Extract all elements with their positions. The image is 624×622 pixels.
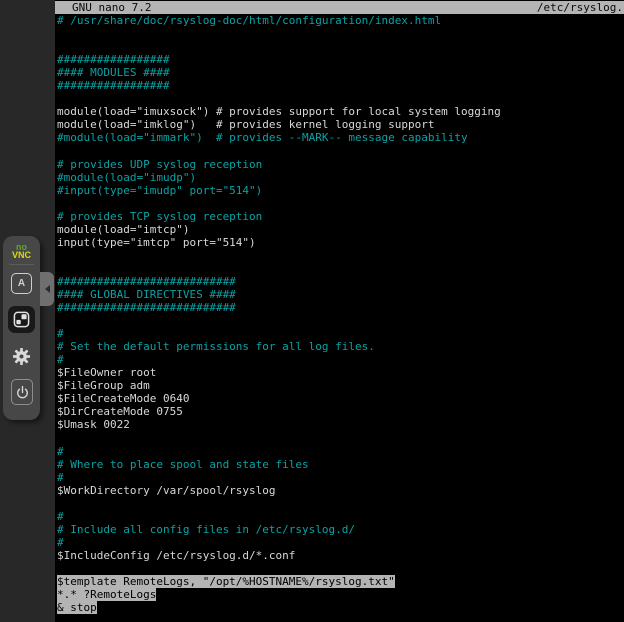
editor-line: # Include all config files in /etc/rsysl… (57, 523, 624, 536)
editor-line (57, 314, 624, 327)
control-bar-divider (9, 264, 34, 265)
editor-line: $FileOwner root (57, 366, 624, 379)
gear-icon (12, 347, 31, 366)
editor-line: # Where to place spool and state files (57, 458, 624, 471)
editor-line: module(load="imuxsock") # provides suppo… (57, 105, 624, 118)
terminal-window[interactable]: GNU nano 7.2 /etc/rsyslog. # /usr/share/… (55, 0, 624, 622)
vnc-control-bar: no VNC A (3, 236, 40, 420)
editor-line: # /usr/share/doc/rsyslog-doc/html/config… (57, 14, 624, 27)
editor-line: $FileCreateMode 0640 (57, 392, 624, 405)
editor-line: ########################### (57, 275, 624, 288)
editor-line (57, 432, 624, 445)
editor-line: *.* ?RemoteLogs (57, 588, 624, 601)
power-button[interactable] (11, 379, 33, 405)
editor-line: module(load="imklog") # provides kernel … (57, 118, 624, 131)
editor-line (57, 249, 624, 262)
editor-line (57, 27, 624, 40)
editor-line: $IncludeConfig /etc/rsyslog.d/*.conf (57, 549, 624, 562)
control-bar-handle[interactable] (40, 272, 54, 306)
editor-line: #module(load="imudp") (57, 171, 624, 184)
editor-line: $FileGroup adm (57, 379, 624, 392)
editor-line: # (57, 510, 624, 523)
nano-file-path: /etc/rsyslog. (537, 1, 623, 14)
editor-line: # (57, 445, 624, 458)
editor-line: # (57, 353, 624, 366)
editor-line: $template RemoteLogs, "/opt/%HOSTNAME%/r… (57, 575, 624, 588)
editor-line: # (57, 536, 624, 549)
power-icon (14, 384, 31, 401)
nano-app-title: GNU nano 7.2 (72, 1, 151, 14)
editor-line (57, 562, 624, 575)
editor-line: # (57, 327, 624, 340)
a-key-icon: A (18, 278, 25, 289)
editor-line: # provides UDP syslog reception (57, 158, 624, 171)
settings-button[interactable] (11, 346, 32, 367)
editor-line: # provides TCP syslog reception (57, 210, 624, 223)
editor-line (57, 92, 624, 105)
fullscreen-button[interactable] (8, 306, 35, 333)
editor-line (57, 497, 624, 510)
editor-line (57, 197, 624, 210)
editor-line: input(type="imtcp" port="514") (57, 236, 624, 249)
editor-line: ################# (57, 79, 624, 92)
editor-line: #### GLOBAL DIRECTIVES #### (57, 288, 624, 301)
editor-line: #module(load="immark") # provides --MARK… (57, 131, 624, 144)
editor-line: ########################### (57, 301, 624, 314)
editor-content[interactable]: # /usr/share/doc/rsyslog-doc/html/config… (55, 14, 624, 622)
extra-keys-button[interactable]: A (11, 273, 32, 294)
editor-line: module(load="imtcp") (57, 223, 624, 236)
nano-titlebar: GNU nano 7.2 /etc/rsyslog. (55, 1, 624, 14)
novnc-logo-bottom: VNC (3, 251, 40, 259)
editor-line: #input(type="imudp" port="514") (57, 184, 624, 197)
editor-line (57, 144, 624, 157)
editor-line: $WorkDirectory /var/spool/rsyslog (57, 484, 624, 497)
editor-line (57, 40, 624, 53)
fullscreen-icon (13, 311, 30, 328)
editor-line: ################# (57, 53, 624, 66)
editor-line: # Set the default permissions for all lo… (57, 340, 624, 353)
editor-line: $Umask 0022 (57, 418, 624, 431)
editor-line: & stop (57, 601, 624, 614)
editor-line: $DirCreateMode 0755 (57, 405, 624, 418)
collapse-arrow-icon (45, 285, 50, 293)
editor-line (57, 262, 624, 275)
novnc-logo: no VNC (3, 243, 40, 259)
editor-line: #### MODULES #### (57, 66, 624, 79)
editor-line: # (57, 471, 624, 484)
